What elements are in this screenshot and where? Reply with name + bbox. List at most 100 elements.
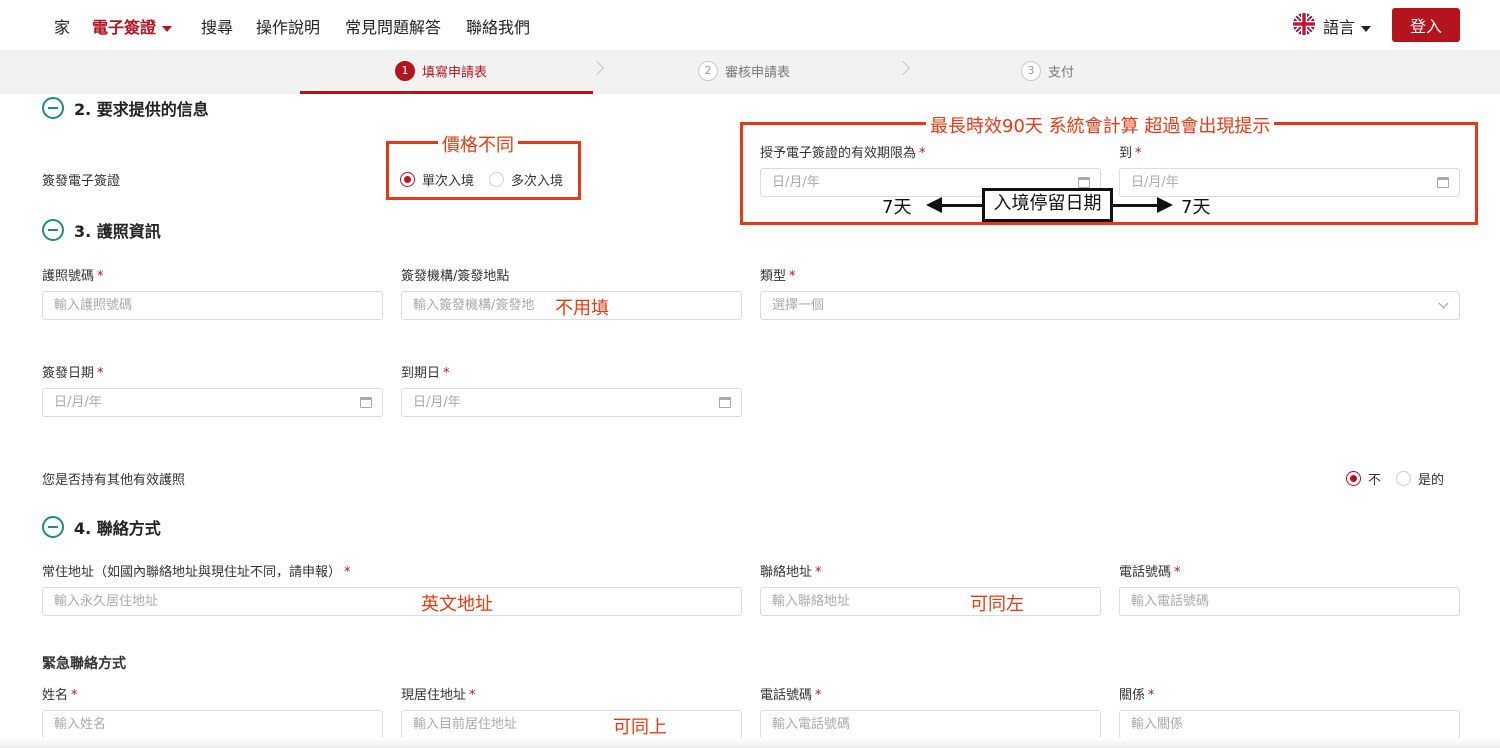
step-payment[interactable]: 3 支付	[1021, 61, 1074, 83]
radio-other-passport-no[interactable]: 不	[1346, 469, 1381, 488]
label-text: 授予電子簽證的有效期限為	[760, 146, 917, 161]
annotation-english-address: 英文地址	[421, 594, 493, 615]
calendar-icon[interactable]	[1078, 177, 1090, 188]
chevron-down-icon[interactable]	[1438, 298, 1449, 309]
relationship-label: 關係 *	[1119, 684, 1155, 703]
step-fill-form[interactable]: 1 填寫申請表	[395, 61, 487, 83]
language-selector[interactable]: 語言	[1323, 14, 1372, 38]
required-mark: *	[1135, 146, 1142, 161]
passport-type-select[interactable]: 選擇一個	[760, 291, 1460, 320]
required-mark: *	[97, 269, 104, 284]
contact-address-input[interactable]: 輸入聯絡地址	[760, 587, 1101, 616]
radio-single-entry[interactable]: 單次入境	[400, 170, 474, 189]
calendar-icon[interactable]	[360, 397, 372, 408]
nav-contact[interactable]: 聯絡我們	[466, 14, 530, 38]
date-placeholder: 日/月/年	[1131, 175, 1179, 190]
required-mark: *	[469, 688, 476, 703]
annotation-7days-right: 7天	[1181, 197, 1211, 218]
validity-from-label: 授予電子簽證的有效期限為 *	[760, 142, 926, 161]
expiry-date-label: 到期日 *	[401, 362, 450, 381]
step-number: 1	[395, 61, 415, 81]
radio-button[interactable]	[400, 172, 415, 187]
radio-label: 多次入境	[511, 174, 564, 189]
annotation-stay-dates: 入境停留日期	[982, 188, 1113, 222]
label-text: 簽發日期	[42, 366, 95, 381]
language-label: 語言	[1323, 18, 1356, 37]
date-placeholder: 日/月/年	[413, 395, 461, 410]
issue-date-input[interactable]: 日/月/年	[42, 388, 383, 417]
nav-evisa[interactable]: 電子簽證	[92, 14, 173, 38]
active-step-underline	[300, 91, 593, 94]
label-text: 姓名	[42, 688, 69, 703]
nav-search[interactable]: 搜尋	[201, 14, 233, 38]
radio-button[interactable]	[1396, 471, 1411, 486]
radio-button[interactable]	[1346, 471, 1361, 486]
required-mark: *	[443, 366, 450, 381]
validity-to-date-input[interactable]: 日/月/年	[1119, 168, 1460, 197]
radio-label: 不	[1368, 473, 1382, 488]
arrow-line	[940, 204, 982, 207]
other-passport-label: 您是否持有其他有效護照	[42, 473, 186, 488]
select-placeholder: 選擇一個	[772, 298, 825, 313]
label-text: 到	[1119, 146, 1133, 161]
calendar-icon[interactable]	[1437, 177, 1449, 188]
annotation-no-fill: 不用填	[555, 298, 609, 319]
emergency-phone-input[interactable]: 輸入電話號碼	[760, 710, 1101, 739]
annotation-7days-left: 7天	[882, 197, 912, 218]
chevron-right-icon	[589, 60, 605, 76]
nav-faq[interactable]: 常見問題解答	[345, 14, 441, 38]
required-mark: *	[71, 688, 78, 703]
phone-input[interactable]: 輸入電話號碼	[1119, 587, 1460, 616]
step-review-form[interactable]: 2 審核申請表	[698, 61, 790, 83]
annotation-same-as-left: 可同左	[970, 594, 1024, 615]
collapse-minus-icon[interactable]	[42, 97, 64, 119]
label-text: 到期日	[401, 366, 441, 381]
radio-other-passport-yes[interactable]: 是的	[1396, 469, 1444, 488]
radio-button[interactable]	[489, 172, 504, 187]
label-text: 電話號碼	[1119, 565, 1172, 580]
bottom-shadow	[0, 738, 1500, 748]
radio-multi-entry[interactable]: 多次入境	[489, 170, 563, 189]
validity-to-label: 到 *	[1119, 142, 1142, 161]
emergency-name-input[interactable]: 輸入姓名	[42, 710, 383, 739]
emergency-name-label: 姓名 *	[42, 684, 78, 703]
section-2-header[interactable]: 2. 要求提供的信息	[42, 96, 209, 120]
contact-address-label: 聯絡地址 *	[760, 561, 822, 580]
calendar-icon[interactable]	[719, 397, 731, 408]
step-label: 支付	[1048, 65, 1075, 81]
required-mark: *	[789, 269, 796, 284]
required-mark: *	[815, 688, 822, 703]
arrow-right-icon	[1157, 197, 1173, 213]
required-mark: *	[97, 366, 104, 381]
uk-flag-icon[interactable]	[1293, 13, 1315, 35]
label-text: 常住地址（如國內聯絡地址與現住址不同，請申報）	[42, 565, 342, 580]
passport-number-label: 護照號碼 *	[42, 265, 104, 284]
arrow-line	[1113, 204, 1159, 207]
progress-stepper: 1 填寫申請表 2 審核申請表 3 支付	[0, 50, 1500, 94]
permanent-address-input[interactable]: 輸入永久居住地址	[42, 587, 742, 616]
annotation-price: 價格不同	[438, 131, 518, 157]
section-3-header[interactable]: 3. 護照資訊	[42, 218, 161, 242]
emergency-contact-title: 緊急聯絡方式	[42, 656, 126, 672]
nav-home[interactable]: 家	[54, 14, 70, 38]
issuer-label: 簽發機構/簽發地點	[401, 269, 510, 284]
required-mark: *	[344, 565, 351, 580]
step-number: 2	[698, 61, 718, 81]
visa-type-label: 簽發電子簽證	[42, 174, 121, 189]
nav-instructions[interactable]: 操作說明	[256, 14, 320, 38]
collapse-minus-icon[interactable]	[42, 219, 64, 241]
collapse-minus-icon[interactable]	[42, 516, 64, 538]
required-mark: *	[1148, 688, 1155, 703]
relationship-input[interactable]: 輸入關係	[1119, 710, 1460, 739]
section-4-header[interactable]: 4. 聯絡方式	[42, 515, 161, 539]
passport-type-label: 類型 *	[760, 265, 796, 284]
login-button[interactable]: 登入	[1392, 8, 1460, 42]
label-text: 現居住地址	[401, 688, 467, 703]
passport-number-input[interactable]: 輸入護照號碼	[42, 291, 383, 320]
step-label: 審核申請表	[725, 65, 791, 81]
expiry-date-input[interactable]: 日/月/年	[401, 388, 742, 417]
current-address-input[interactable]: 輸入目前居住地址	[401, 710, 742, 739]
radio-label: 是的	[1418, 473, 1445, 488]
annotation-max-validity: 最長時效90天 系統會計算 超過會出現提示	[926, 112, 1275, 138]
chevron-down-icon	[1361, 25, 1372, 32]
